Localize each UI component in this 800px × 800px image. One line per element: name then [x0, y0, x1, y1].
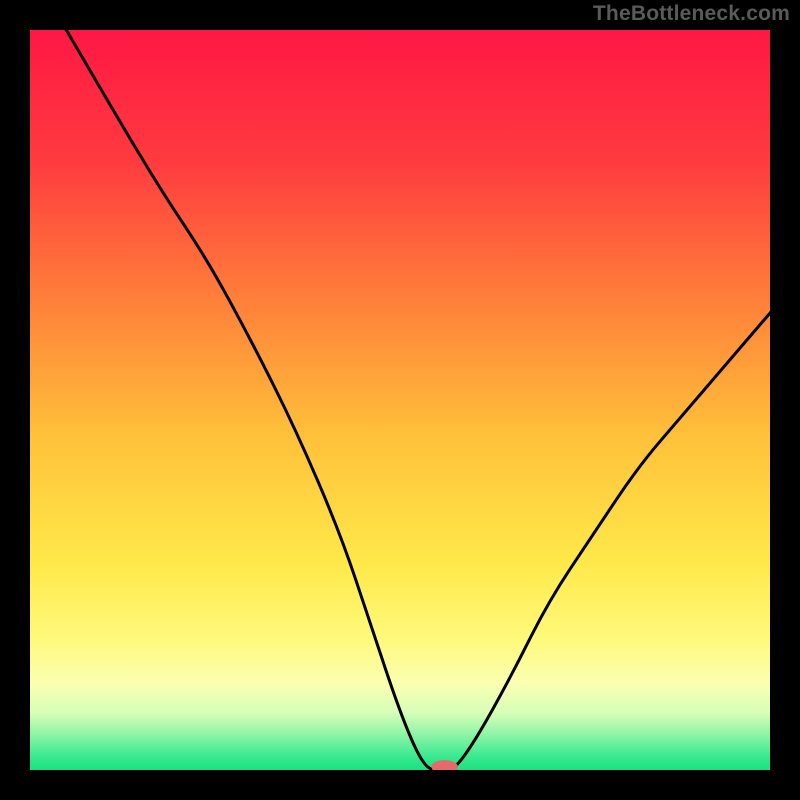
chart-plot-bg: [28, 28, 772, 772]
chart-container: TheBottleneck.com: [0, 0, 800, 800]
bottleneck-chart: [0, 0, 800, 800]
attribution-text: TheBottleneck.com: [593, 2, 790, 26]
